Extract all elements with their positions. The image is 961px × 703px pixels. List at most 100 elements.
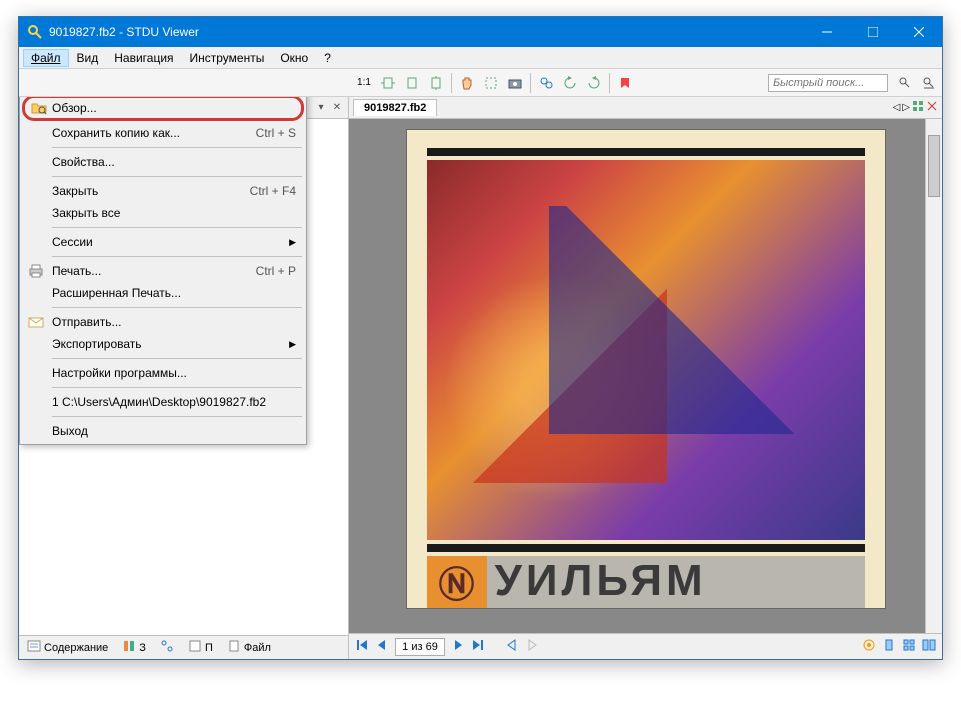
content-area: ▾ ✕ Содержание З П	[19, 97, 942, 659]
toolbar-right: 1:1	[353, 72, 940, 94]
menu-item-print[interactable]: Печать... Ctrl + P	[22, 260, 304, 282]
contents-icon	[27, 639, 41, 656]
menu-separator	[52, 358, 302, 359]
tab-prev-icon[interactable]: ◁	[893, 102, 901, 113]
menu-item-sessions[interactable]: Сессии ▶	[22, 231, 304, 253]
vertical-scrollbar[interactable]	[925, 119, 942, 633]
sidebar-tab-file[interactable]: Файл	[221, 637, 277, 658]
document-viewer[interactable]: Ⓝ УИЛЬЯМ	[349, 119, 942, 633]
layout-facing-icon[interactable]	[922, 638, 936, 655]
quick-search-box	[768, 74, 888, 92]
menu-item-save-copy[interactable]: Сохранить копию как... Ctrl + S	[22, 122, 304, 144]
document-tab[interactable]: 9019827.fb2	[353, 99, 437, 116]
hand-tool-icon[interactable]	[456, 72, 478, 94]
submenu-arrow-icon: ▶	[289, 237, 296, 248]
sidebar-tab-label: Файл	[244, 642, 271, 654]
menu-navigation[interactable]: Навигация	[106, 49, 181, 67]
zoom-11-button[interactable]: 1:1	[353, 72, 375, 94]
app-window: 9019827.fb2 - STDU Viewer Файл Вид Навиг…	[18, 16, 943, 660]
bookmark-icon[interactable]	[614, 72, 636, 94]
layout-single-icon[interactable]	[882, 638, 896, 655]
menu-item-browse[interactable]: Обзор...	[22, 97, 304, 121]
nav-first-icon[interactable]	[355, 638, 369, 655]
search-next-icon[interactable]	[918, 72, 940, 94]
find-icon[interactable]	[535, 72, 557, 94]
book-cover-image	[427, 160, 865, 540]
tab-grid-icon[interactable]	[912, 100, 924, 115]
menu-item-close[interactable]: Закрыть Ctrl + F4	[22, 180, 304, 202]
search-panel-icon	[188, 639, 202, 656]
page-preview: Ⓝ УИЛЬЯМ	[406, 129, 886, 609]
nav-prev-icon[interactable]	[375, 638, 389, 655]
menubar: Файл Вид Навигация Инструменты Окно ?	[19, 47, 942, 69]
page-number-input[interactable]	[395, 638, 445, 656]
sidebar-close-icon[interactable]: ✕	[330, 101, 344, 115]
titlebar: 9019827.fb2 - STDU Viewer	[19, 17, 942, 47]
window-controls	[804, 17, 942, 47]
rotate-right-icon[interactable]	[583, 72, 605, 94]
menu-separator	[52, 147, 302, 148]
snapshot-tool-icon[interactable]	[504, 72, 526, 94]
sidebar-tab-label: З	[139, 642, 146, 654]
menu-item-advanced-print[interactable]: Расширенная Печать...	[22, 282, 304, 304]
maximize-button[interactable]	[850, 17, 896, 47]
thumbnails-icon	[160, 639, 174, 656]
submenu-arrow-icon: ▶	[289, 339, 296, 350]
sidebar-tab-search[interactable]: П	[182, 637, 219, 658]
menu-file[interactable]: Файл	[23, 49, 69, 67]
app-icon	[27, 24, 43, 40]
menu-window[interactable]: Окно	[272, 49, 316, 67]
menu-item-exit[interactable]: Выход	[22, 420, 304, 442]
sidebar-tab-thumbnails[interactable]	[154, 637, 180, 658]
publisher-logo-icon: Ⓝ	[427, 556, 487, 608]
menu-separator	[52, 307, 302, 308]
toolbar: 1:1	[19, 69, 942, 97]
menu-tools[interactable]: Инструменты	[182, 49, 273, 67]
close-button[interactable]	[896, 17, 942, 47]
tab-close-icon[interactable]	[926, 100, 938, 115]
fit-height-icon[interactable]	[425, 72, 447, 94]
sidebar-dropdown-icon[interactable]: ▾	[314, 101, 328, 115]
menu-separator	[52, 256, 302, 257]
sidebar-tab-bookmarks[interactable]: З	[116, 637, 152, 658]
menu-item-send[interactable]: Отправить...	[22, 311, 304, 333]
page-decor-bar	[427, 544, 865, 552]
menu-item-properties[interactable]: Свойства...	[22, 151, 304, 173]
menu-item-settings[interactable]: Настройки программы...	[22, 362, 304, 384]
toolbar-separator	[609, 73, 610, 93]
menu-help[interactable]: ?	[316, 49, 339, 67]
tab-strip-controls: ◁ ▷	[893, 100, 938, 115]
menu-item-export[interactable]: Экспортировать ▶	[22, 333, 304, 355]
menu-separator	[52, 416, 302, 417]
page-decor-bar	[427, 148, 865, 156]
fit-page-icon[interactable]	[401, 72, 423, 94]
menu-view[interactable]: Вид	[69, 49, 107, 67]
nav-next-icon[interactable]	[451, 638, 465, 655]
statusbar	[349, 633, 942, 659]
view-settings-icon[interactable]	[862, 638, 876, 655]
nav-forward-icon[interactable]	[525, 638, 539, 655]
nav-last-icon[interactable]	[471, 638, 485, 655]
menu-item-close-all[interactable]: Закрыть все	[22, 202, 304, 224]
menu-separator	[52, 387, 302, 388]
search-prev-icon[interactable]	[894, 72, 916, 94]
search-input[interactable]	[768, 74, 888, 92]
minimize-button[interactable]	[804, 17, 850, 47]
window-title: 9019827.fb2 - STDU Viewer	[49, 25, 804, 39]
sidebar-tab-label: П	[205, 642, 213, 654]
layout-continuous-icon[interactable]	[902, 638, 916, 655]
sidebar-footer: Содержание З П Файл	[19, 635, 348, 659]
tab-next-icon[interactable]: ▷	[902, 102, 910, 113]
sidebar-tab-contents[interactable]: Содержание	[21, 637, 114, 658]
select-tool-icon[interactable]	[480, 72, 502, 94]
mail-icon	[28, 314, 44, 330]
menu-separator	[52, 227, 302, 228]
book-title-row: Ⓝ УИЛЬЯМ	[427, 556, 865, 608]
rotate-left-icon[interactable]	[559, 72, 581, 94]
document-tabs: 9019827.fb2 ◁ ▷	[349, 97, 942, 119]
file-menu-dropdown: Открыть... Ctrl + O Обзор... Сохранить к…	[19, 97, 307, 445]
fit-width-icon[interactable]	[377, 72, 399, 94]
main-panel: 9019827.fb2 ◁ ▷ Ⓝ УИЛЬЯМ	[349, 97, 942, 659]
menu-item-recent-1[interactable]: 1 C:\Users\Админ\Desktop\9019827.fb2	[22, 391, 304, 413]
nav-back-icon[interactable]	[505, 638, 519, 655]
